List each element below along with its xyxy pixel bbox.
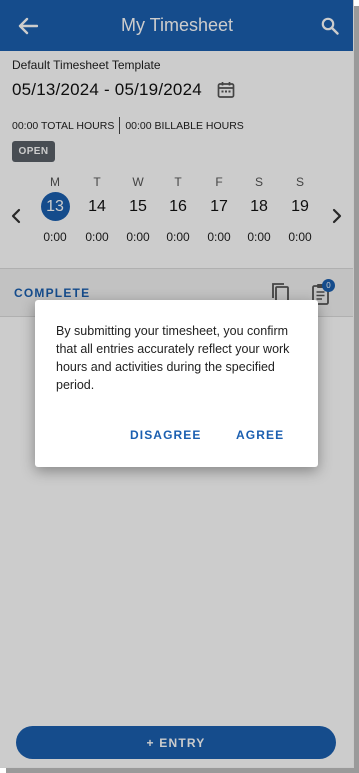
window-shadow <box>6 768 359 773</box>
disagree-button[interactable]: DISAGREE <box>130 428 201 442</box>
phone-screen: My Timesheet Default Timesheet Template … <box>0 0 354 768</box>
agree-button[interactable]: AGREE <box>236 428 284 442</box>
confirm-dialog: By submitting your timesheet, you confir… <box>35 300 318 467</box>
window-shadow <box>354 6 359 773</box>
dialog-message: By submitting your timesheet, you confir… <box>56 324 290 392</box>
